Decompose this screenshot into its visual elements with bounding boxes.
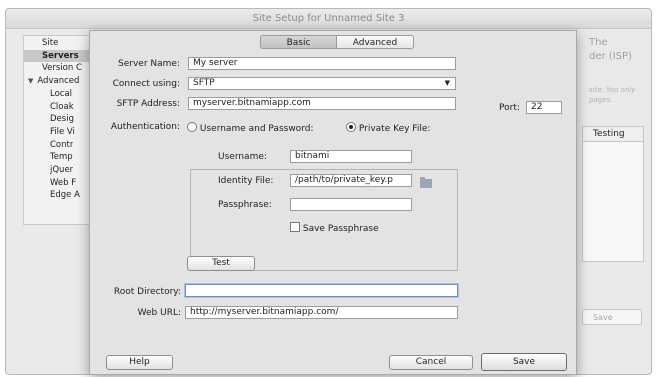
connect-using-value: SFTP <box>193 78 215 88</box>
identity-file-input[interactable]: /path/to/private_key.p <box>290 174 412 187</box>
server-name-label: Server Name: <box>118 59 180 69</box>
save-passphrase-label: Save Passphrase <box>302 224 379 234</box>
sidebar-item-label: Site <box>42 38 59 48</box>
testing-column-header[interactable]: Testing <box>583 127 643 142</box>
sidebar-item[interactable]: Edge A <box>50 189 80 201</box>
window-titlebar[interactable]: Site Setup for Unnamed Site 3 <box>6 9 651 29</box>
web-url-label: Web URL: <box>137 308 181 318</box>
sidebar-item-label: Temp <box>50 152 73 163</box>
sidebar-item[interactable]: Contr <box>50 139 73 151</box>
sidebar-item-label: File Vi <box>50 126 75 137</box>
sidebar-item-label: Version C <box>42 63 82 74</box>
sidebar-item[interactable]: ▼ Advanced <box>28 75 79 87</box>
connect-using-select[interactable]: SFTP ▼ <box>188 77 456 90</box>
passphrase-input[interactable] <box>290 198 412 211</box>
select-arrow-icon: ▼ <box>444 79 450 87</box>
connect-using-label: Connect using: <box>112 79 180 89</box>
auth-option-key[interactable]: Private Key File: <box>346 122 430 134</box>
sftp-address-label: SFTP Address: <box>116 99 180 109</box>
save-button[interactable]: Save <box>481 353 567 371</box>
auth-option-password[interactable]: Username and Password: <box>187 122 313 134</box>
cancel-button[interactable]: Cancel <box>389 355 473 370</box>
passphrase-label: Passphrase: <box>218 200 272 210</box>
folder-icon[interactable] <box>420 177 432 188</box>
servers-heading-line2: der (ISP) <box>589 51 632 62</box>
username-input[interactable]: bitnami <box>290 150 412 163</box>
root-directory-label: Root Directory: <box>113 287 181 297</box>
tab-advanced[interactable]: Advanced <box>337 35 414 49</box>
server-tabs: Basic Advanced <box>260 35 414 49</box>
sidebar-item[interactable]: Web F <box>50 177 76 189</box>
servers-heading-line1: The <box>589 37 608 48</box>
test-button[interactable]: Test <box>187 256 255 271</box>
sidebar-item-label: Cloak <box>50 101 74 112</box>
servers-hint-line2: pages. <box>589 96 613 104</box>
identity-file-label: Identity File: <box>218 176 274 186</box>
server-name-input[interactable]: My server <box>188 57 456 70</box>
web-url-input[interactable]: http://myserver.bitnamiapp.com/ <box>185 306 458 319</box>
sidebar-item[interactable]: Temp <box>50 151 73 163</box>
servers-hint: site. You only pages. <box>589 85 635 105</box>
authentication-label: Authentication: <box>110 122 180 132</box>
sidebar-item[interactable]: jQuer <box>50 164 73 176</box>
sidebar-item-label: Advanced <box>37 76 80 87</box>
sidebar-item[interactable]: Local <box>50 88 72 100</box>
servers-table[interactable]: Testing <box>582 126 644 262</box>
server-settings-dialog: Basic Advanced Server Name: My server Co… <box>89 30 577 375</box>
sidebar-item-label: Desig <box>50 114 74 125</box>
sidebar-item-label: Contr <box>50 139 74 150</box>
help-button[interactable]: Help <box>106 355 173 370</box>
sidebar-item[interactable]: File Vi <box>50 126 75 138</box>
sidebar-item-label: Web F <box>50 177 77 188</box>
root-directory-input[interactable] <box>185 284 458 297</box>
servers-hint-line1: site. You only <box>589 86 636 94</box>
sidebar-item[interactable]: Site <box>42 37 58 49</box>
port-label: Port: <box>499 103 520 113</box>
username-label: Username: <box>218 152 267 162</box>
auth-option-password-label: Username and Password: <box>199 124 314 134</box>
sidebar-item-label: Edge A <box>50 190 80 201</box>
port-input[interactable]: 22 <box>526 101 562 114</box>
sftp-address-input[interactable]: myserver.bitnamiapp.com <box>188 97 456 110</box>
sidebar-item-label: Servers <box>42 50 79 61</box>
sidebar-item[interactable]: Cloak <box>50 101 74 113</box>
save-passphrase-checkbox[interactable] <box>290 222 300 232</box>
window-title: Site Setup for Unnamed Site 3 <box>252 13 405 24</box>
sidebar-item-label: Local <box>50 88 73 99</box>
sidebar-item-label: jQuer <box>50 165 74 175</box>
window-save-button[interactable]: Save <box>582 309 642 325</box>
radio-password[interactable] <box>187 122 197 132</box>
auth-option-key-label: Private Key File: <box>358 124 431 134</box>
sidebar-item[interactable]: Desig <box>50 113 74 125</box>
sidebar-item[interactable]: Version C <box>42 62 82 74</box>
tab-basic[interactable]: Basic <box>260 35 337 49</box>
servers-heading: The der (ISP) <box>589 36 632 64</box>
radio-private-key[interactable] <box>346 122 356 132</box>
save-passphrase-option[interactable]: Save Passphrase <box>290 222 379 234</box>
disclosure-triangle-icon[interactable]: ▼ <box>28 77 33 85</box>
